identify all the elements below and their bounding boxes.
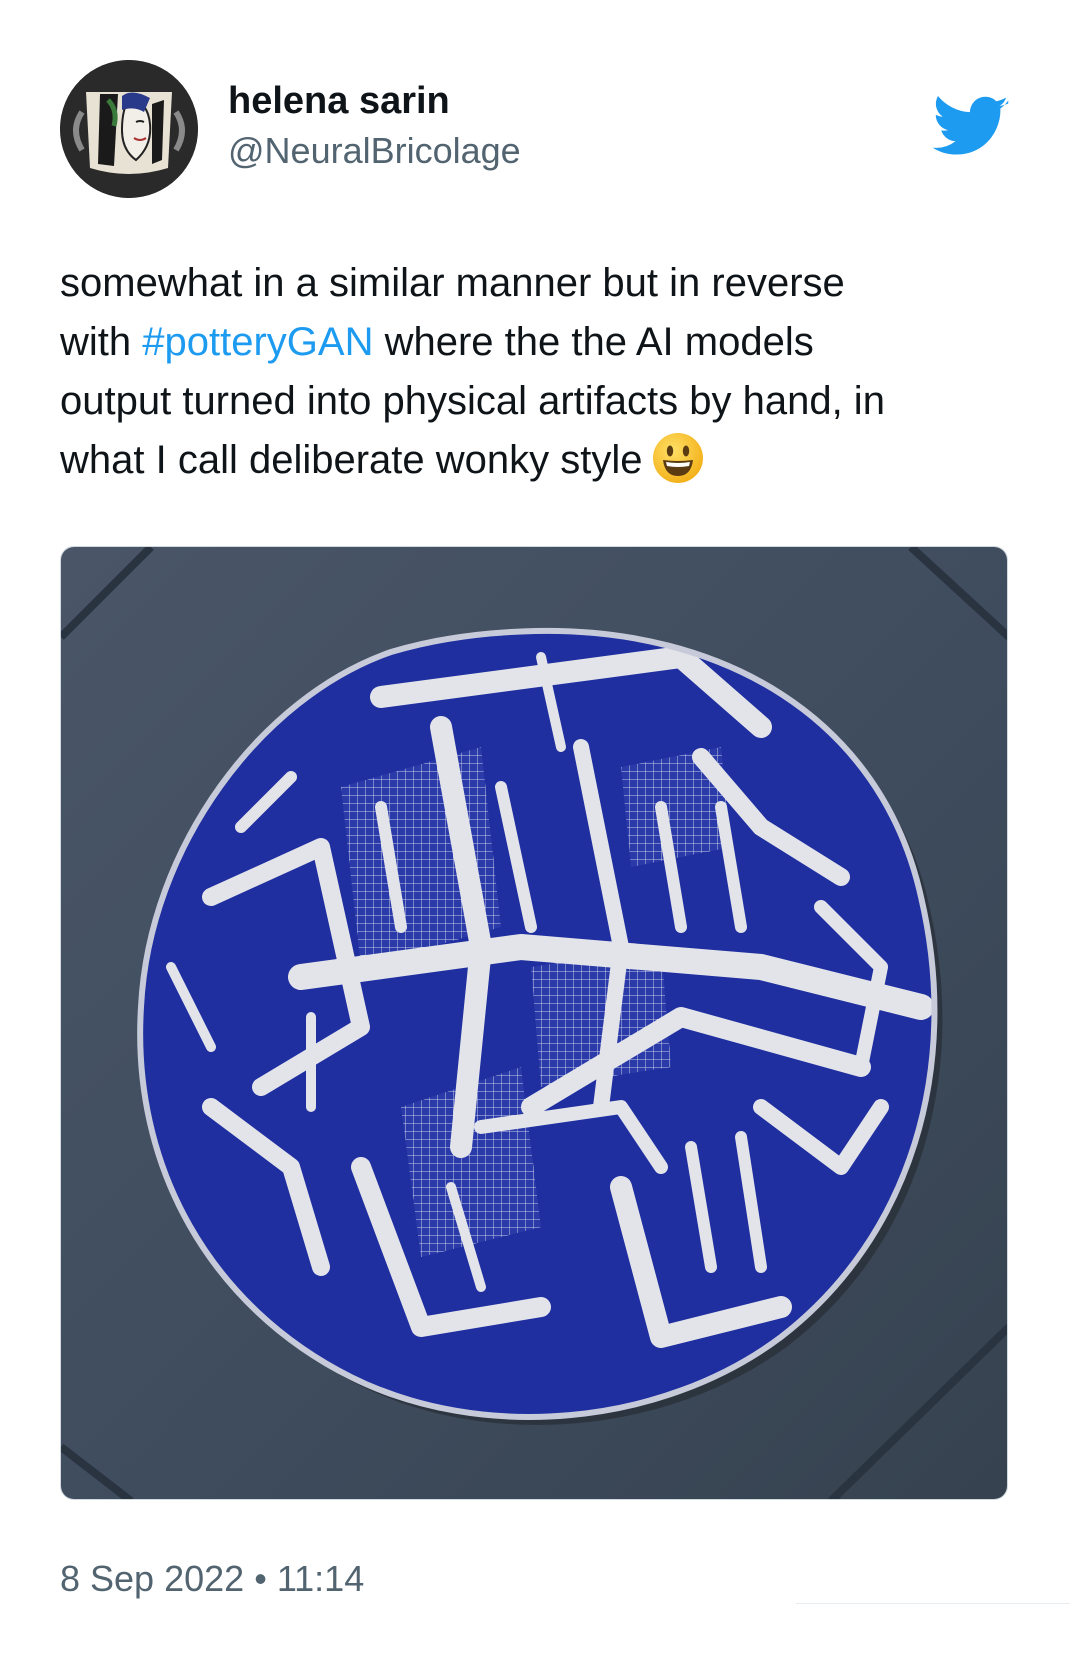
- tweet-text-fragment: where the the AI models: [373, 320, 814, 364]
- tweet-text: somewhat in a similar manner but in reve…: [60, 254, 1020, 490]
- tweet-time: 11:14: [276, 1558, 365, 1599]
- tweet-text-line-3: output turned into physical artifacts by…: [60, 379, 885, 423]
- tweet-text-fragment: what I call deliberate wonky style: [60, 438, 643, 482]
- tweet-text-line-1: somewhat in a similar manner but in reve…: [60, 261, 845, 305]
- pottery-plate-photo-icon: [61, 547, 1007, 1499]
- display-name[interactable]: helena sarin: [228, 78, 521, 124]
- tweet-media-photo[interactable]: [60, 546, 1008, 1500]
- timestamp-separator: •: [254, 1558, 267, 1599]
- divider: [796, 1603, 1070, 1604]
- smiling-face-emoji-icon: [651, 431, 705, 485]
- avatar[interactable]: [60, 60, 198, 198]
- avatar-mug-portrait-icon: [60, 60, 198, 198]
- tweet-text-fragment: with: [60, 320, 143, 364]
- tweet-card: helena sarin @NeuralBricolage somewhat i…: [0, 0, 1080, 1678]
- tweet-timestamp[interactable]: 8 Sep 2022 • 11:14: [60, 1556, 364, 1602]
- hashtag-link[interactable]: #potteryGAN: [142, 320, 373, 364]
- tweet-text-line-2: with #potteryGAN where the the AI models: [60, 313, 1020, 372]
- tweet-text-line-4: what I call deliberate wonky style: [60, 431, 1020, 490]
- user-handle[interactable]: @NeuralBricolage: [228, 128, 521, 174]
- tweet-date: 8 Sep 2022: [60, 1558, 245, 1599]
- twitter-bird-icon[interactable]: [932, 96, 1010, 160]
- author-block[interactable]: helena sarin @NeuralBricolage: [228, 78, 521, 174]
